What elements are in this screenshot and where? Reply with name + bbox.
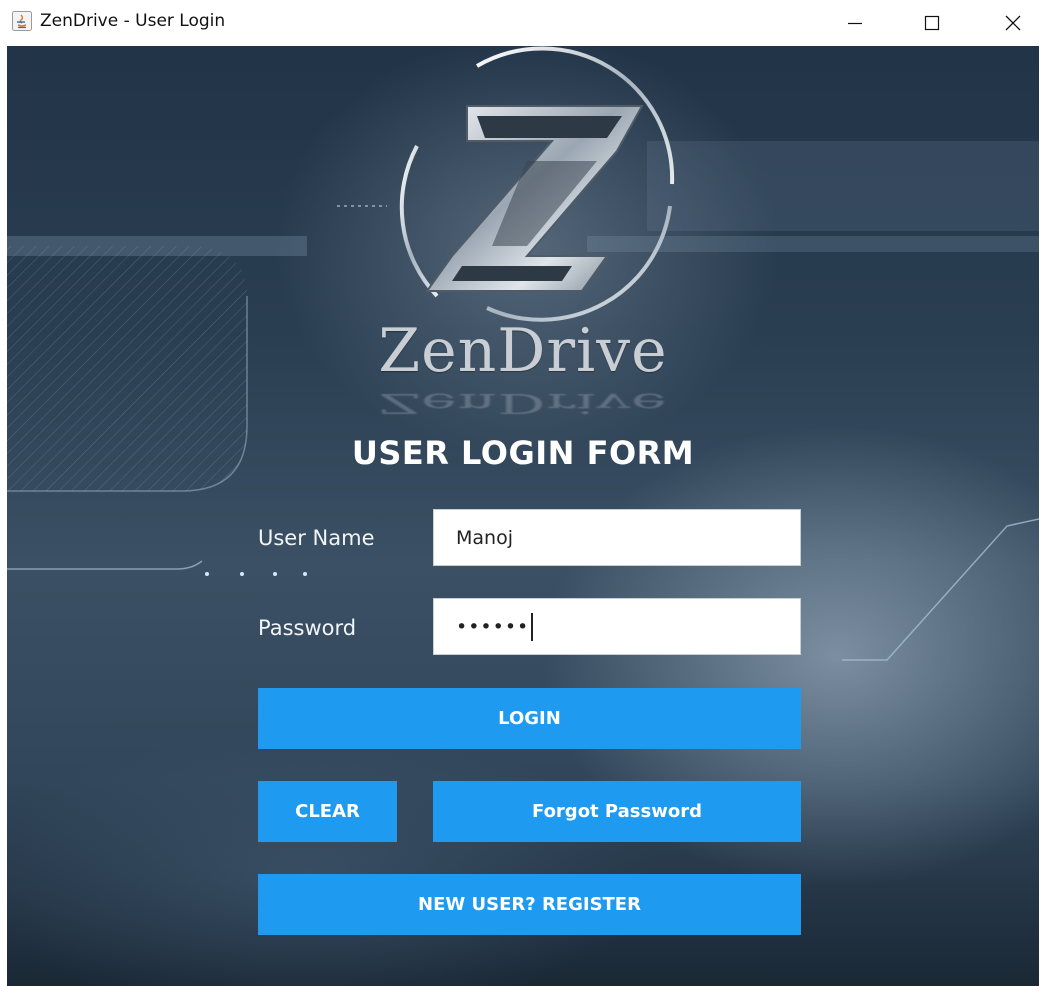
- zendrive-logo-icon: [425, 105, 644, 292]
- register-button[interactable]: NEW USER? REGISTER: [258, 874, 801, 935]
- password-value: ••••••: [456, 615, 530, 638]
- username-value: Manoj: [456, 526, 513, 549]
- close-button[interactable]: [990, 0, 1036, 46]
- zendrive-wordmark: ZenDrive: [378, 316, 668, 386]
- minimize-button[interactable]: [832, 0, 878, 46]
- login-panel: ZenDrive ZenDrive USER LOGIN FORM User N…: [7, 46, 1039, 986]
- password-input[interactable]: ••••••: [433, 598, 801, 655]
- title-bar[interactable]: ZenDrive - User Login: [0, 0, 1046, 46]
- text-caret: [531, 612, 534, 641]
- form-heading: USER LOGIN FORM: [351, 434, 695, 472]
- java-app-icon: [12, 11, 32, 31]
- maximize-icon: [924, 15, 940, 31]
- password-label: Password: [258, 616, 357, 640]
- minimize-icon: [848, 22, 862, 25]
- clear-button[interactable]: CLEAR: [258, 781, 397, 842]
- forgot-password-button[interactable]: Forgot Password: [433, 781, 801, 842]
- login-button[interactable]: LOGIN: [258, 688, 801, 749]
- window-title: ZenDrive - User Login: [40, 11, 226, 31]
- username-input[interactable]: Manoj: [433, 509, 801, 566]
- close-icon: [1005, 15, 1021, 31]
- maximize-button[interactable]: [909, 0, 955, 46]
- login-window: ZenDrive - User Login ZenDrive ZenDrive …: [0, 0, 1046, 986]
- username-label: User Name: [258, 526, 375, 550]
- zendrive-wordmark-reflection: ZenDrive: [378, 387, 668, 419]
